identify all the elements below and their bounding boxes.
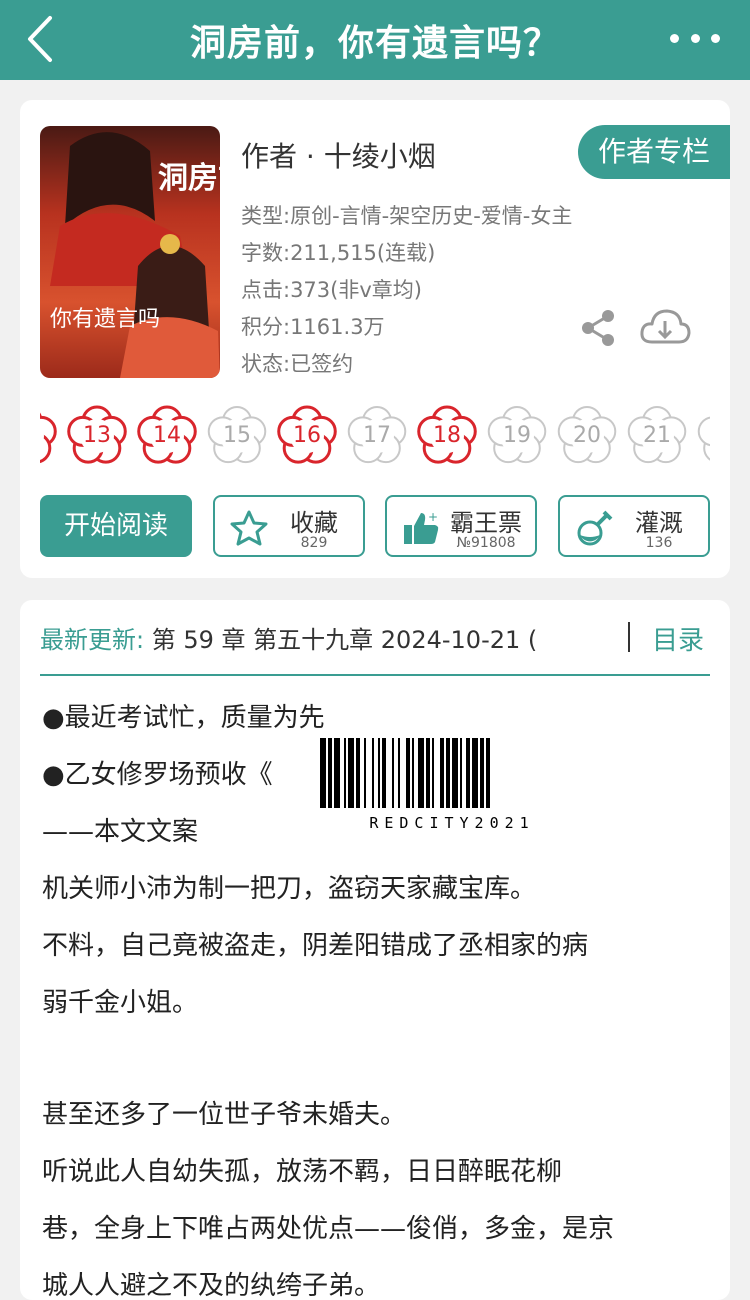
collect-button[interactable]: 收藏 829 (213, 495, 365, 557)
clicks-text: 点击:373(非v章均) (241, 278, 422, 302)
nutrient-bottle-icon (577, 510, 613, 546)
flower-number: 12 (40, 403, 60, 469)
svg-text:你有遗言吗: 你有遗言吗 (50, 307, 160, 332)
author-column-button[interactable]: 作者专栏 (578, 125, 730, 179)
book-info-card: 洞房前 你有遗言吗 作者 · 十绫小烟 作者专栏 类型:原创-言情-架空历史-爱… (20, 100, 730, 578)
star-icon (230, 510, 268, 546)
book-meta: 类型:原创-言情-架空历史-爱情-女主 字数:211,515(连载) 点击:37… (241, 198, 572, 383)
irrigate-button[interactable]: 灌溉 136 (558, 495, 710, 557)
flower-rating-item[interactable]: 19 (484, 403, 550, 469)
barcode-watermark: REDCITY2021 (318, 738, 586, 832)
overlord-ticket-count: №91808 (456, 535, 516, 551)
collect-label: 收藏 (290, 509, 338, 537)
flower-rating-item[interactable]: 22 (694, 403, 710, 469)
flower-rating-item[interactable]: 13 (64, 403, 130, 469)
description-line: 巷，全身上下唯占两处优点——俊俏，多金，是京 (42, 1214, 615, 1244)
word-count-text: 字数:211,515(连载) (241, 241, 436, 265)
book-cover-image[interactable]: 洞房前 你有遗言吗 (40, 126, 220, 378)
more-dots-icon[interactable] (670, 20, 720, 56)
flower-number: 18 (433, 423, 461, 448)
flower-number: 14 (153, 423, 181, 448)
author-line[interactable]: 作者 · 十绫小烟 (241, 135, 436, 175)
flower-number: 15 (223, 423, 251, 448)
latest-update-label: 最新更新: (40, 626, 145, 654)
flower-number: 17 (363, 423, 391, 448)
share-icon[interactable] (578, 308, 618, 348)
latest-update-card: 最新更新: 第 59 章 第五十九章 2024-10-21 ( 目录 ●最近考试… (20, 600, 730, 1300)
divider (628, 622, 630, 652)
flower-rating-item[interactable]: 16 (274, 403, 340, 469)
svg-text:+: + (428, 510, 438, 524)
description-line: 机关师小沛为制一把刀，盗窃天家藏宝库。 (42, 874, 537, 904)
svg-text:洞房前: 洞房前 (158, 161, 220, 196)
latest-update-value: 第 59 章 第五十九章 2024-10-21 ( (151, 626, 538, 654)
thumbs-up-icon: + (404, 510, 439, 544)
flower-rating-item[interactable]: 15 (204, 403, 270, 469)
divider (40, 674, 710, 676)
latest-update[interactable]: 最新更新: 第 59 章 第五十九章 2024-10-21 ( (40, 620, 600, 655)
flower-rating-item[interactable]: 14 (134, 403, 200, 469)
flower-number: 22 (694, 403, 710, 469)
overlord-ticket-label: 霸王票 (450, 509, 522, 537)
barcode-text: REDCITY2021 (369, 814, 535, 832)
page-title: 洞房前，你有遗言吗？ (189, 23, 560, 64)
status-text: 状态:已签约 (241, 352, 354, 376)
flower-rating-item[interactable]: 12 (40, 403, 60, 469)
description-line: 城人人避之不及的纨绔子弟。 (42, 1271, 381, 1300)
flower-number: 16 (293, 423, 321, 448)
overlord-ticket-button[interactable]: + 霸王票 №91808 (385, 495, 537, 557)
flower-number: 20 (573, 423, 601, 448)
cloud-download-icon[interactable] (638, 306, 692, 348)
irrigate-count: 136 (645, 535, 673, 551)
top-bar: 洞房前，你有遗言吗？ (0, 0, 750, 80)
start-reading-button[interactable]: 开始阅读 (40, 495, 192, 557)
irrigate-label: 灌溉 (635, 509, 683, 537)
collect-count: 829 (300, 535, 328, 551)
flower-rating-item[interactable]: 21 (624, 403, 690, 469)
genre-text: 类型:原创-言情-架空历史-爱情-女主 (241, 204, 573, 228)
flower-rating-item[interactable]: 20 (554, 403, 620, 469)
toc-link[interactable]: 目录 (652, 620, 704, 657)
flower-rating-item[interactable]: 18 (414, 403, 480, 469)
description-line: 弱千金小姐。 (42, 988, 199, 1018)
description-line: 听说此人自幼失孤，放荡不羁，日日醉眠花柳 (42, 1157, 563, 1187)
flower-number: 21 (643, 423, 671, 448)
flower-rating-item[interactable]: 17 (344, 403, 410, 469)
description-blank-line (42, 1032, 712, 1087)
description-line: 不料，自己竟被盗走，阴差阳错成了丞相家的病 (42, 931, 589, 961)
flower-number: 13 (83, 423, 111, 448)
points-text: 积分:1161.3万 (241, 315, 385, 339)
flower-number: 19 (503, 423, 531, 448)
description-line: 甚至还多了一位世子爷未婚夫。 (42, 1100, 407, 1130)
flower-rating-strip[interactable]: 12 13 14 15 16 17 18 19 20 21 22 (40, 403, 710, 469)
